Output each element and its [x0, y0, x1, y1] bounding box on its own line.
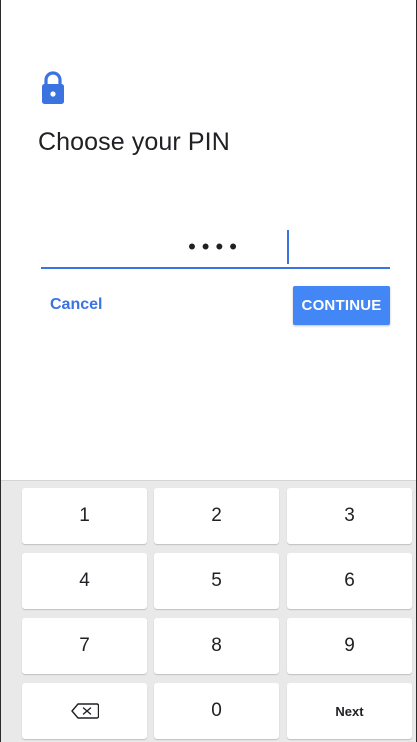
key-backspace[interactable]: [22, 683, 147, 739]
key-6[interactable]: 6: [287, 553, 412, 609]
key-7[interactable]: 7: [22, 618, 147, 674]
key-1[interactable]: 1: [22, 488, 147, 544]
continue-button[interactable]: CONTINUE: [293, 286, 390, 325]
pin-field-underline: [41, 267, 390, 269]
cancel-button[interactable]: Cancel: [50, 296, 102, 314]
pin-field[interactable]: ••••: [41, 226, 390, 270]
key-next[interactable]: Next: [287, 683, 412, 739]
pin-value: ••••: [188, 234, 243, 259]
key-9[interactable]: 9: [287, 618, 412, 674]
backspace-icon: [70, 703, 99, 719]
key-2[interactable]: 2: [154, 488, 279, 544]
lock-icon: [42, 71, 64, 104]
text-cursor: [287, 230, 289, 264]
page-title: Choose your PIN: [38, 128, 230, 156]
numeric-keypad: 1 2 3 4 5 6 7 8 9 0 Next: [1, 480, 416, 742]
key-3[interactable]: 3: [287, 488, 412, 544]
pin-setup-screen: Choose your PIN •••• Cancel CONTINUE 1 2…: [0, 0, 417, 742]
key-5[interactable]: 5: [154, 553, 279, 609]
key-8[interactable]: 8: [154, 618, 279, 674]
key-4[interactable]: 4: [22, 553, 147, 609]
key-0[interactable]: 0: [154, 683, 279, 739]
